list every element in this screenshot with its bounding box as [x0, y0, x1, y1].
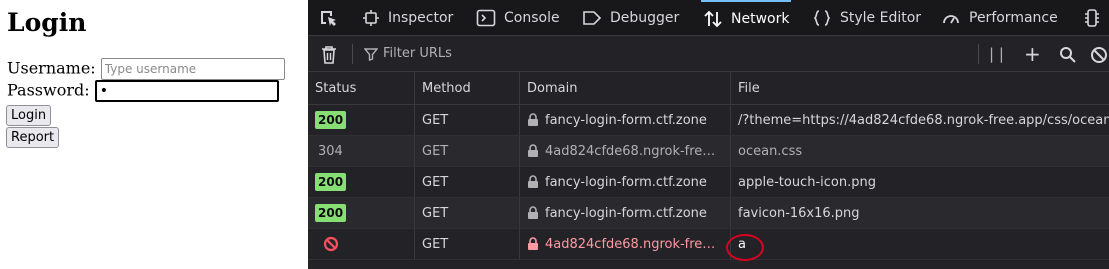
request-table-header: Status Method Domain File — [308, 72, 1109, 105]
tab-network-label: Network — [731, 10, 790, 27]
domain-cell: fancy-login-form.ctf.zone — [520, 198, 731, 228]
column-file[interactable]: File — [731, 72, 1109, 104]
domain-text: 4ad824cfde68.ngrok-fre… — [545, 143, 716, 159]
blocked-icon — [323, 236, 339, 252]
username-label: Username: — [7, 58, 96, 78]
request-blocking-icon[interactable] — [1090, 46, 1108, 68]
table-row[interactable]: GET 4ad824cfde68.ngrok-fre… a — [308, 229, 1109, 261]
table-row[interactable]: 200 GET fancy-login-form.ctf.zone /?them… — [308, 105, 1109, 136]
method-cell: GET — [415, 105, 520, 135]
domain-cell: 4ad824cfde68.ngrok-fre… — [520, 136, 731, 166]
performance-icon — [943, 14, 959, 23]
status-badge: 200 — [315, 173, 347, 191]
column-status[interactable]: Status — [308, 72, 415, 104]
filter-placeholder: Filter URLs — [383, 46, 452, 61]
file-cell: favicon-16x16.png — [738, 205, 860, 221]
login-button[interactable]: Login — [6, 105, 52, 126]
report-button[interactable]: Report — [6, 127, 60, 148]
table-row[interactable]: 200 GET fancy-login-form.ctf.zone favico… — [308, 198, 1109, 229]
method-cell: GET — [415, 167, 520, 197]
method-cell: GET — [415, 136, 520, 166]
network-icon — [704, 10, 722, 27]
column-method[interactable]: Method — [415, 72, 520, 104]
tab-style-editor-label: Style Editor — [840, 9, 922, 26]
tab-debugger-label: Debugger — [610, 9, 680, 26]
tab-style-editor[interactable]: Style Editor — [812, 0, 921, 35]
debugger-icon — [583, 10, 602, 25]
console-icon — [476, 9, 496, 26]
status-cell: 200 — [308, 167, 415, 197]
status-badge: 200 — [315, 204, 347, 222]
toolbar-divider — [352, 44, 353, 64]
filter-urls-input[interactable]: Filter URLs — [364, 46, 452, 61]
domain-text: 4ad824cfde68.ngrok-fre… — [545, 236, 716, 252]
lock-icon — [528, 237, 538, 250]
table-row[interactable]: 200 GET fancy-login-form.ctf.zone apple-… — [308, 167, 1109, 198]
tab-debugger[interactable]: Debugger — [582, 0, 679, 35]
devtools-tab-bar: Inspector Console Debugger Network Style… — [308, 0, 1109, 36]
username-input[interactable] — [100, 58, 285, 80]
file-cell: /?theme=https://4ad824cfde68.ngrok-free.… — [738, 112, 1109, 128]
add-request-blocking-icon[interactable]: + — [1024, 42, 1041, 66]
table-row[interactable]: 304 GET 4ad824cfde68.ngrok-fre… ocean.cs… — [308, 136, 1109, 167]
password-label: Password: — [7, 80, 90, 100]
domain-text: fancy-login-form.ctf.zone — [545, 174, 707, 190]
column-domain[interactable]: Domain — [520, 72, 731, 104]
element-picker-icon[interactable] — [318, 8, 338, 32]
annotation-circle — [726, 234, 764, 261]
password-input[interactable] — [94, 80, 279, 102]
lock-icon — [528, 206, 538, 219]
page-title: Login — [7, 8, 87, 37]
status-code: 304 — [318, 143, 343, 159]
domain-text: fancy-login-form.ctf.zone — [545, 205, 707, 221]
pause-recording-icon[interactable]: | | — [989, 45, 1004, 63]
lock-icon — [528, 113, 538, 126]
tab-console-label: Console — [504, 9, 560, 26]
network-toolbar: Filter URLs | | + — [308, 36, 1109, 72]
overflow-tab-icon[interactable] — [1083, 8, 1101, 32]
status-cell — [308, 229, 415, 259]
tab-performance-label: Performance — [969, 9, 1058, 26]
tab-console[interactable]: Console — [476, 0, 560, 35]
domain-text: fancy-login-form.ctf.zone — [545, 112, 707, 128]
status-cell: 200 — [308, 105, 415, 135]
tab-performance[interactable]: Performance — [941, 0, 1058, 35]
request-list: 200 GET fancy-login-form.ctf.zone /?them… — [308, 105, 1109, 261]
inspector-icon — [363, 9, 379, 26]
domain-cell: fancy-login-form.ctf.zone — [520, 105, 731, 135]
domain-cell: 4ad824cfde68.ngrok-fre… — [520, 229, 731, 259]
status-cell: 200 — [308, 198, 415, 228]
lock-icon — [528, 175, 538, 188]
toolbar-divider — [978, 44, 979, 64]
style-editor-icon — [813, 9, 831, 26]
username-row: Username: — [7, 58, 285, 80]
password-row: Password: — [7, 80, 279, 102]
devtools-panel: Inspector Console Debugger Network Style… — [308, 0, 1109, 269]
filter-icon — [364, 47, 378, 61]
status-badge: 200 — [315, 111, 347, 129]
login-page: Login Username: Password: Login Report — [0, 0, 308, 269]
domain-cell: fancy-login-form.ctf.zone — [520, 167, 731, 197]
method-cell: GET — [415, 229, 520, 259]
tab-inspector[interactable]: Inspector — [362, 0, 453, 35]
tab-network[interactable]: Network — [701, 0, 792, 35]
method-cell: GET — [415, 198, 520, 228]
file-cell: apple-touch-icon.png — [738, 174, 876, 190]
file-cell: a — [738, 236, 746, 252]
status-cell: 304 — [308, 136, 415, 166]
trash-icon[interactable] — [320, 45, 338, 69]
search-icon[interactable] — [1059, 46, 1077, 68]
tab-inspector-label: Inspector — [388, 9, 454, 26]
lock-icon — [528, 144, 538, 157]
file-cell: ocean.css — [738, 143, 803, 159]
